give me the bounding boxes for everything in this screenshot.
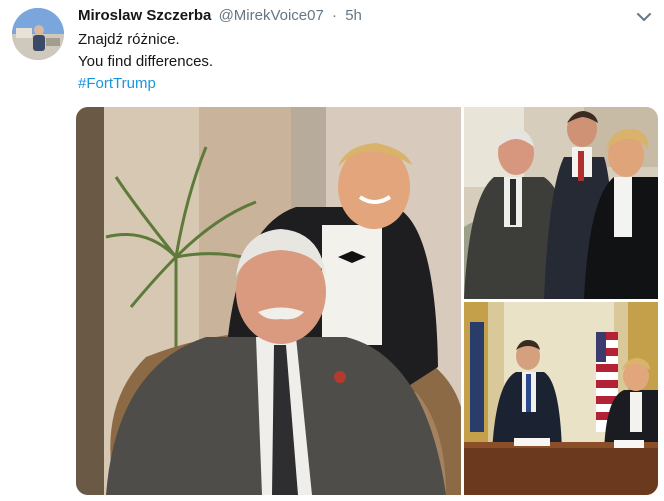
hashtag-link[interactable]: #FortTrump [78,73,213,95]
avatar[interactable] [12,8,64,60]
chevron-down-icon[interactable] [636,10,652,22]
tweet-text-line-english: You find differences. [78,53,214,70]
tweet-text-line-polish: Znajdź różnice. [78,31,180,48]
tweet-header: Miroslaw Szczerba @MirekVoice07 · 5h [78,6,624,26]
separator-dot: · [332,7,338,24]
photo-top-right[interactable] [464,107,658,299]
photo-bottom-right[interactable] [464,302,658,495]
media-grid [76,107,658,495]
tweet-text: Znajdź różnice. You find differences. #F… [78,29,213,95]
author-handle[interactable]: @MirekVoice07 [219,7,324,24]
main-photo[interactable] [76,107,461,495]
author-name[interactable]: Miroslaw Szczerba [78,7,211,24]
tweet-timestamp[interactable]: 5h [345,7,362,24]
